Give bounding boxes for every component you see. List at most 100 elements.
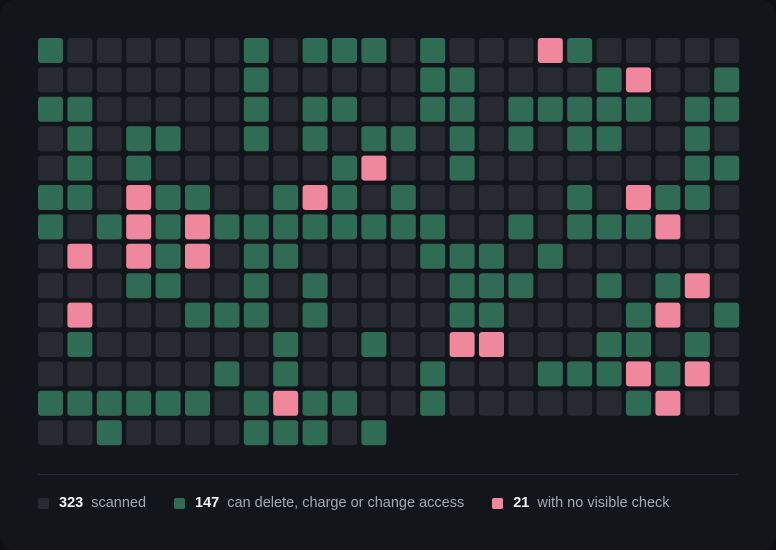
- grid-cell-risky: [96, 390, 122, 416]
- grid-cell-scanned: [655, 67, 681, 93]
- grid-cell-risky: [567, 126, 593, 152]
- grid-cell-risky: [67, 390, 93, 416]
- grid-cell-scanned: [273, 273, 299, 299]
- grid-cell-scanned: [126, 38, 152, 63]
- grid-cell-scanned: [714, 185, 740, 210]
- grid-cell-scanned: [96, 126, 122, 152]
- grid-cell-risky: [67, 96, 93, 122]
- grid-cell-scanned: [302, 243, 328, 269]
- grid-cell-risky: [390, 214, 416, 240]
- grid-cell-risky: [420, 38, 446, 63]
- grid-cell-scanned: [449, 214, 475, 240]
- grid-cell-scanned: [390, 273, 416, 299]
- grid-cell-risky: [684, 155, 710, 181]
- grid-cell-scanned: [332, 361, 357, 387]
- grid-cell-scanned: [361, 302, 387, 328]
- grid-cell-scanned: [185, 126, 210, 152]
- grid-cell-scanned: [684, 214, 710, 240]
- grid-cell-scanned: [567, 243, 593, 269]
- grid-cell-risky: [449, 96, 475, 122]
- grid-cell-risky: [155, 390, 181, 416]
- grid-cell-risky: [38, 38, 63, 63]
- grid-cell-scanned: [420, 302, 446, 328]
- grid-cell-risky: [67, 155, 93, 181]
- grid-cell-risky: [243, 38, 269, 63]
- grid-cell-risky: [655, 361, 681, 387]
- grid-cell-unchecked: [684, 273, 710, 299]
- grid-cell-scanned: [38, 420, 63, 446]
- grid-cell-scanned: [537, 273, 563, 299]
- grid-cell-risky: [537, 361, 563, 387]
- grid-cell-scanned: [449, 38, 475, 63]
- grid-cell-risky: [596, 126, 622, 152]
- grid-cell-unchecked: [655, 302, 681, 328]
- grid-cell-scanned: [155, 67, 181, 93]
- grid-cell-risky: [38, 185, 63, 210]
- grid-cell-unchecked: [67, 243, 93, 269]
- grid-cell-risky: [38, 96, 63, 122]
- grid-cell-scanned: [508, 390, 534, 416]
- grid-cell-scanned: [508, 67, 534, 93]
- grid-cell-scanned: [243, 185, 269, 210]
- grid-cell-scanned: [155, 155, 181, 181]
- grid-cell-risky: [214, 302, 240, 328]
- grid-cell-scanned: [67, 214, 93, 240]
- grid-cell-scanned: [185, 38, 210, 63]
- grid-cell-scanned: [508, 332, 534, 357]
- grid-cell-risky: [714, 67, 740, 93]
- grid-cell-scanned: [596, 390, 622, 416]
- grid-cell-risky: [332, 214, 357, 240]
- grid-cell-scanned: [714, 361, 740, 387]
- grid-cell-scanned: [537, 155, 563, 181]
- grid-cell-scanned: [479, 38, 504, 63]
- grid-cell-scanned: [302, 361, 328, 387]
- grid-cell-risky: [155, 126, 181, 152]
- grid-cell-scanned: [684, 67, 710, 93]
- grid-cell-scanned: [361, 361, 387, 387]
- grid-cell-scanned: [684, 390, 710, 416]
- grid-cell-scanned: [714, 390, 740, 416]
- grid-cell-risky: [479, 243, 504, 269]
- grid-cell-unchecked: [273, 390, 299, 416]
- grid-cell-scanned: [508, 361, 534, 387]
- grid-cell-scanned: [420, 126, 446, 152]
- grid-cell-scanned: [684, 38, 710, 63]
- grid-cell-scanned: [155, 361, 181, 387]
- grid-cell-risky: [655, 273, 681, 299]
- grid-cell-unchecked: [185, 214, 210, 240]
- grid-cell-risky: [302, 273, 328, 299]
- grid-cell-risky: [302, 38, 328, 63]
- grid-cell-scanned: [96, 302, 122, 328]
- grid-cell-scanned: [67, 420, 93, 446]
- grid-cell-scanned: [714, 243, 740, 269]
- legend-count-scanned: 323: [59, 495, 84, 511]
- grid-cell-scanned: [214, 126, 240, 152]
- grid-cell-scanned: [361, 96, 387, 122]
- grid-cell-scanned: [273, 155, 299, 181]
- grid-cell-scanned: [155, 332, 181, 357]
- grid-cell-scanned: [361, 185, 387, 210]
- grid-cell-risky: [273, 420, 299, 446]
- grid-cell-scanned: [567, 390, 593, 416]
- grid-cell-risky: [332, 96, 357, 122]
- grid-cell-scanned: [126, 302, 152, 328]
- grid-cell-risky: [596, 361, 622, 387]
- grid-cell-risky: [155, 185, 181, 210]
- grid-cell-scanned: [390, 67, 416, 93]
- grid-cell-scanned: [537, 126, 563, 152]
- grid-cell-risky: [596, 214, 622, 240]
- grid-cell-scanned: [655, 155, 681, 181]
- grid-cell-risky: [449, 155, 475, 181]
- grid-cell-risky: [155, 273, 181, 299]
- grid-cell-scanned: [214, 420, 240, 446]
- grid-cell-risky: [714, 302, 740, 328]
- grid-cell-scanned: [332, 420, 357, 446]
- grid-cell-scanned: [126, 96, 152, 122]
- grid-cell-risky: [243, 126, 269, 152]
- grid-cell-scanned: [596, 243, 622, 269]
- grid-cell-scanned: [273, 38, 299, 63]
- grid-cell-risky: [243, 420, 269, 446]
- legend-swatch-risky: [174, 497, 186, 509]
- grid-cell-scanned: [185, 273, 210, 299]
- grid-cell-scanned: [567, 155, 593, 181]
